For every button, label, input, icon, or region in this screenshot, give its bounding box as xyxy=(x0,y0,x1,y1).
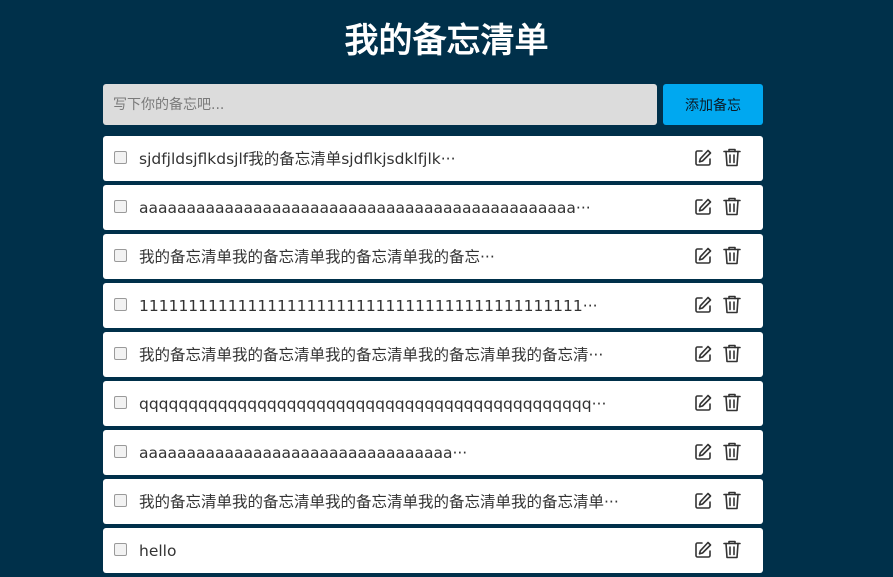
memo-item: 我的备忘清单我的备忘清单我的备忘清单我的备忘··· xyxy=(103,234,763,279)
edit-icon[interactable] xyxy=(693,491,713,511)
add-memo-button[interactable]: 添加备忘 xyxy=(663,84,763,125)
memo-item: sjdfjldsjflkdsjlf我的备忘清单sjdflkjsdklfjlk··… xyxy=(103,136,763,181)
memo-checkbox[interactable] xyxy=(114,151,127,164)
memo-item: aaaaaaaaaaaaaaaaaaaaaaaaaaaaaaaaaaaaaaaa… xyxy=(103,185,763,230)
memo-checkbox[interactable] xyxy=(114,298,127,311)
memo-item: qqqqqqqqqqqqqqqqqqqqqqqqqqqqqqqqqqqqqqqq… xyxy=(103,381,763,426)
trash-icon[interactable] xyxy=(722,490,742,511)
memo-text: 我的备忘清单我的备忘清单我的备忘清单我的备忘清单我的备忘清··· xyxy=(139,346,604,364)
edit-icon[interactable] xyxy=(693,148,713,168)
edit-icon[interactable] xyxy=(693,540,713,560)
memo-input[interactable] xyxy=(103,84,657,125)
memo-text: aaaaaaaaaaaaaaaaaaaaaaaaaaaaaaaaa··· xyxy=(139,444,468,462)
memo-form: 添加备忘 xyxy=(103,84,763,125)
memo-checkbox[interactable] xyxy=(114,494,127,507)
memo-checkbox[interactable] xyxy=(114,200,127,213)
trash-icon[interactable] xyxy=(722,147,742,168)
trash-icon[interactable] xyxy=(722,343,742,364)
page-title: 我的备忘清单 xyxy=(344,21,549,61)
memo-item: hello xyxy=(103,528,763,573)
memo-item: aaaaaaaaaaaaaaaaaaaaaaaaaaaaaaaaa··· xyxy=(103,430,763,475)
memo-text: hello xyxy=(139,542,177,560)
edit-icon[interactable] xyxy=(693,344,713,364)
edit-icon[interactable] xyxy=(693,246,713,266)
memo-text: aaaaaaaaaaaaaaaaaaaaaaaaaaaaaaaaaaaaaaaa… xyxy=(139,199,591,217)
memo-text: 1111111111111111111111111111111111111111… xyxy=(139,297,598,315)
memo-item: 我的备忘清单我的备忘清单我的备忘清单我的备忘清单我的备忘清··· xyxy=(103,332,763,377)
trash-icon[interactable] xyxy=(722,392,742,413)
memo-checkbox[interactable] xyxy=(114,445,127,458)
edit-icon[interactable] xyxy=(693,295,713,315)
edit-icon[interactable] xyxy=(693,393,713,413)
memo-checkbox[interactable] xyxy=(114,249,127,262)
edit-icon[interactable] xyxy=(693,442,713,462)
trash-icon[interactable] xyxy=(722,441,742,462)
trash-icon[interactable] xyxy=(722,196,742,217)
memo-checkbox[interactable] xyxy=(114,347,127,360)
memo-item: 1111111111111111111111111111111111111111… xyxy=(103,283,763,328)
trash-icon[interactable] xyxy=(722,539,742,560)
memo-text: 我的备忘清单我的备忘清单我的备忘清单我的备忘··· xyxy=(139,248,495,266)
trash-icon[interactable] xyxy=(722,294,742,315)
edit-icon[interactable] xyxy=(693,197,713,217)
memo-text: qqqqqqqqqqqqqqqqqqqqqqqqqqqqqqqqqqqqqqqq… xyxy=(139,395,607,413)
memo-text: sjdfjldsjflkdsjlf我的备忘清单sjdflkjsdklfjlk··… xyxy=(139,150,456,168)
memo-checkbox[interactable] xyxy=(114,543,127,556)
trash-icon[interactable] xyxy=(722,245,742,266)
memo-list: sjdfjldsjflkdsjlf我的备忘清单sjdflkjsdklfjlk··… xyxy=(103,136,763,577)
memo-item: 我的备忘清单我的备忘清单我的备忘清单我的备忘清单我的备忘清单··· xyxy=(103,479,763,524)
memo-checkbox[interactable] xyxy=(114,396,127,409)
memo-text: 我的备忘清单我的备忘清单我的备忘清单我的备忘清单我的备忘清单··· xyxy=(139,493,619,511)
